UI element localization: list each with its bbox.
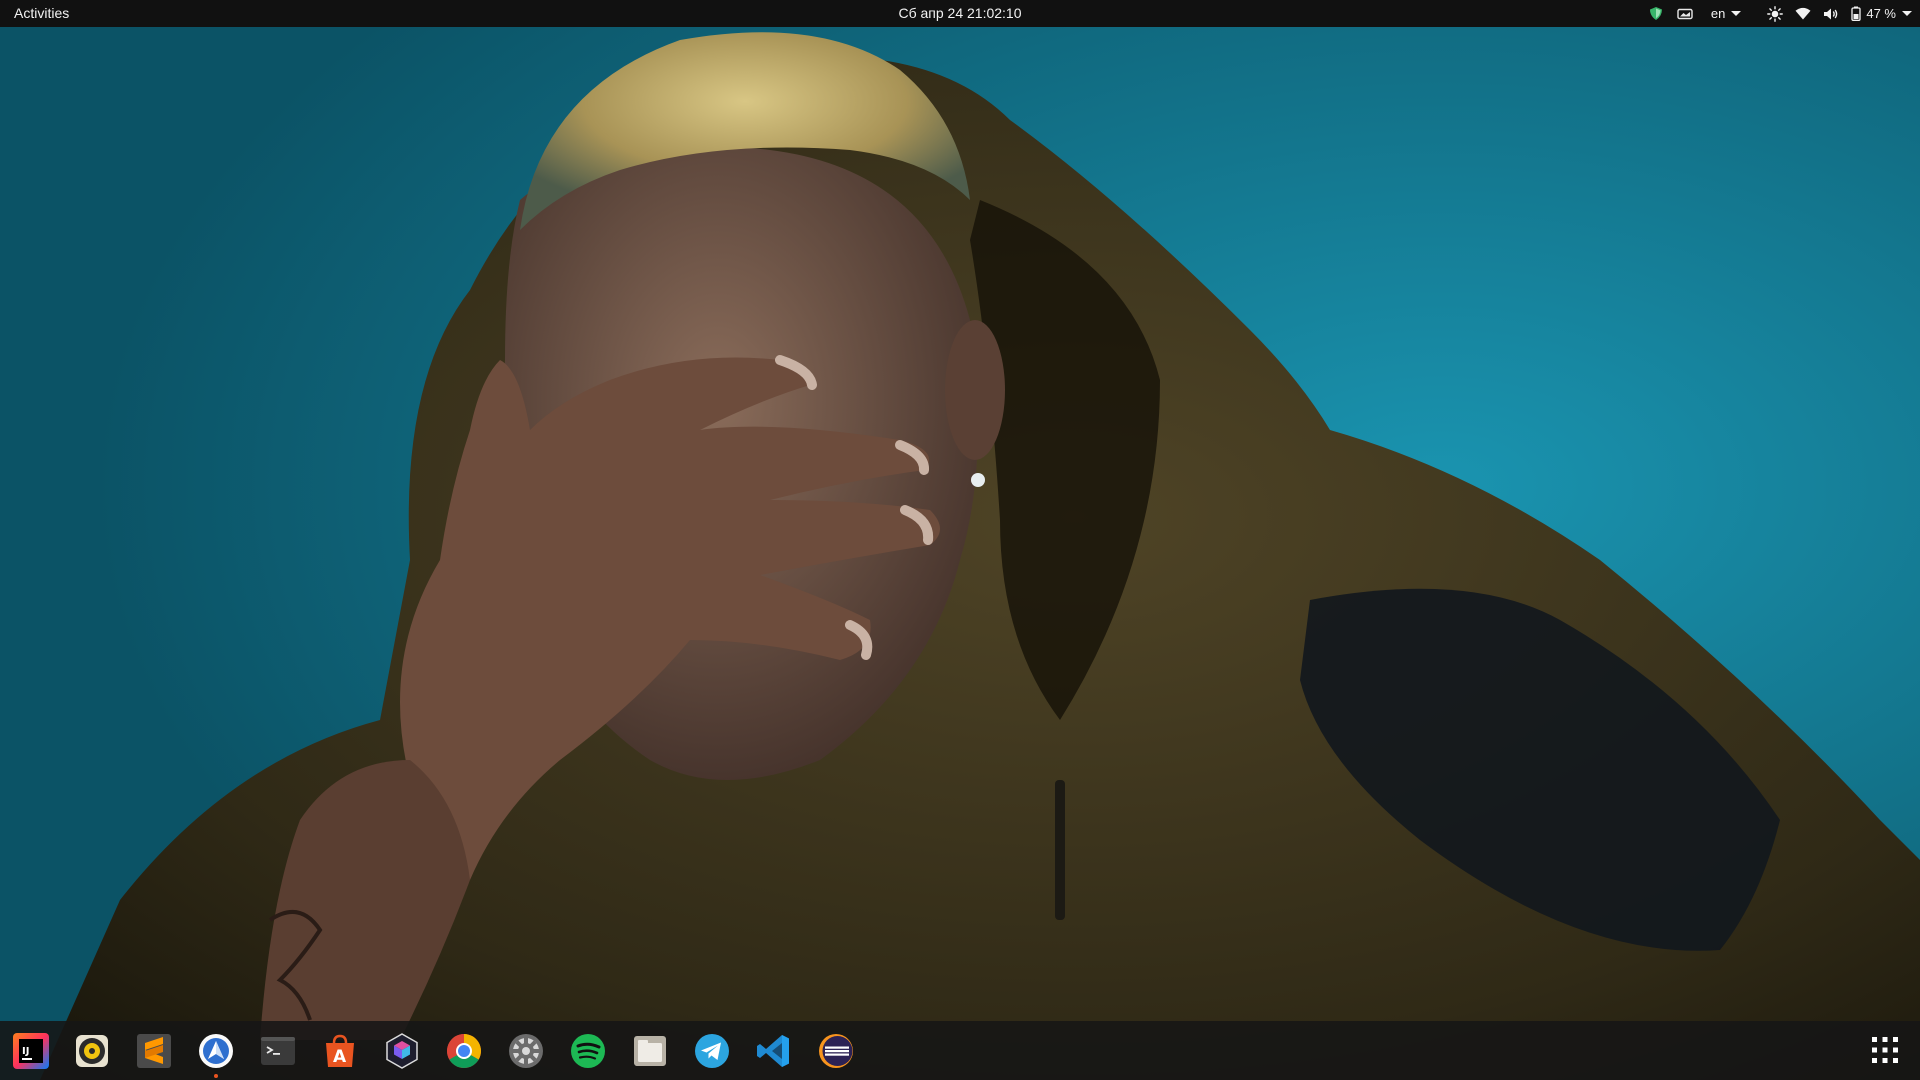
dock: IJ A — [0, 1021, 1920, 1080]
dock-app-intellij-idea[interactable]: IJ — [8, 1028, 54, 1074]
activities-button[interactable]: Activities — [12, 0, 71, 27]
vscode-icon — [757, 1035, 789, 1067]
dock-app-google-chrome[interactable] — [441, 1028, 487, 1074]
svg-text:A: A — [333, 1047, 347, 1067]
spotify-icon — [571, 1034, 605, 1068]
battery-menu[interactable]: 47 % — [1851, 0, 1912, 27]
top-bar: Activities Сб апр 24 21:02:10 en 47 % — [0, 0, 1920, 27]
files-icon — [634, 1036, 666, 1066]
keyboard-layout-menu[interactable]: en — [1710, 0, 1742, 27]
dock-app-files[interactable] — [627, 1028, 673, 1074]
running-indicator — [214, 1074, 218, 1078]
volume-icon[interactable] — [1823, 0, 1839, 27]
desktop-wallpaper — [0, 0, 1920, 1080]
dock-app-web-browser[interactable] — [193, 1028, 239, 1078]
rhythmbox-icon — [76, 1035, 108, 1067]
dock-app-vscode[interactable] — [751, 1028, 797, 1074]
keyboard-layout-label: en — [1710, 6, 1726, 21]
clock-datetime[interactable]: Сб апр 24 21:02:10 — [898, 5, 1021, 21]
chevron-down-icon — [1902, 11, 1912, 16]
wifi-icon[interactable] — [1795, 0, 1811, 27]
dock-app-settings[interactable] — [503, 1028, 549, 1074]
dock-app-software-center[interactable]: A — [317, 1028, 363, 1074]
screen-icon[interactable] — [1677, 0, 1693, 27]
system-tray: en 47 % — [1635, 0, 1912, 27]
terminal-icon — [261, 1037, 295, 1065]
software-center-icon: A — [326, 1034, 354, 1067]
clock-panel: Сб апр 24 21:02:10 — [0, 0, 1920, 27]
dock-app-telegram[interactable] — [689, 1028, 735, 1074]
web-browser-icon — [199, 1034, 233, 1068]
sublime-text-icon — [137, 1034, 171, 1068]
chrome-icon — [447, 1034, 481, 1068]
brightness-icon[interactable] — [1767, 0, 1784, 27]
desktop[interactable]: Activities Сб апр 24 21:02:10 en 47 % IJ… — [0, 0, 1920, 1080]
dock-app-spotify[interactable] — [565, 1028, 611, 1074]
telegram-icon — [695, 1034, 729, 1068]
chevron-down-icon — [1731, 11, 1742, 16]
dock-app-terminal[interactable] — [255, 1028, 301, 1074]
grid-icon — [1872, 1037, 1898, 1063]
svg-text:IJ: IJ — [22, 1046, 29, 1057]
dock-app-rhythmbox[interactable] — [69, 1028, 115, 1074]
intellij-idea-icon: IJ — [13, 1033, 49, 1069]
dock-app-eclipse[interactable] — [813, 1028, 859, 1074]
battery-percentage: 47 % — [1866, 6, 1896, 21]
gear-icon — [509, 1034, 543, 1068]
cube-app-icon — [386, 1033, 418, 1069]
show-applications-button[interactable] — [1870, 1035, 1900, 1065]
dock-app-cube[interactable] — [379, 1028, 425, 1074]
eclipse-icon — [819, 1034, 853, 1068]
shield-icon[interactable] — [1649, 0, 1663, 27]
battery-icon — [1851, 6, 1862, 21]
dock-app-sublime-text[interactable] — [131, 1028, 177, 1074]
